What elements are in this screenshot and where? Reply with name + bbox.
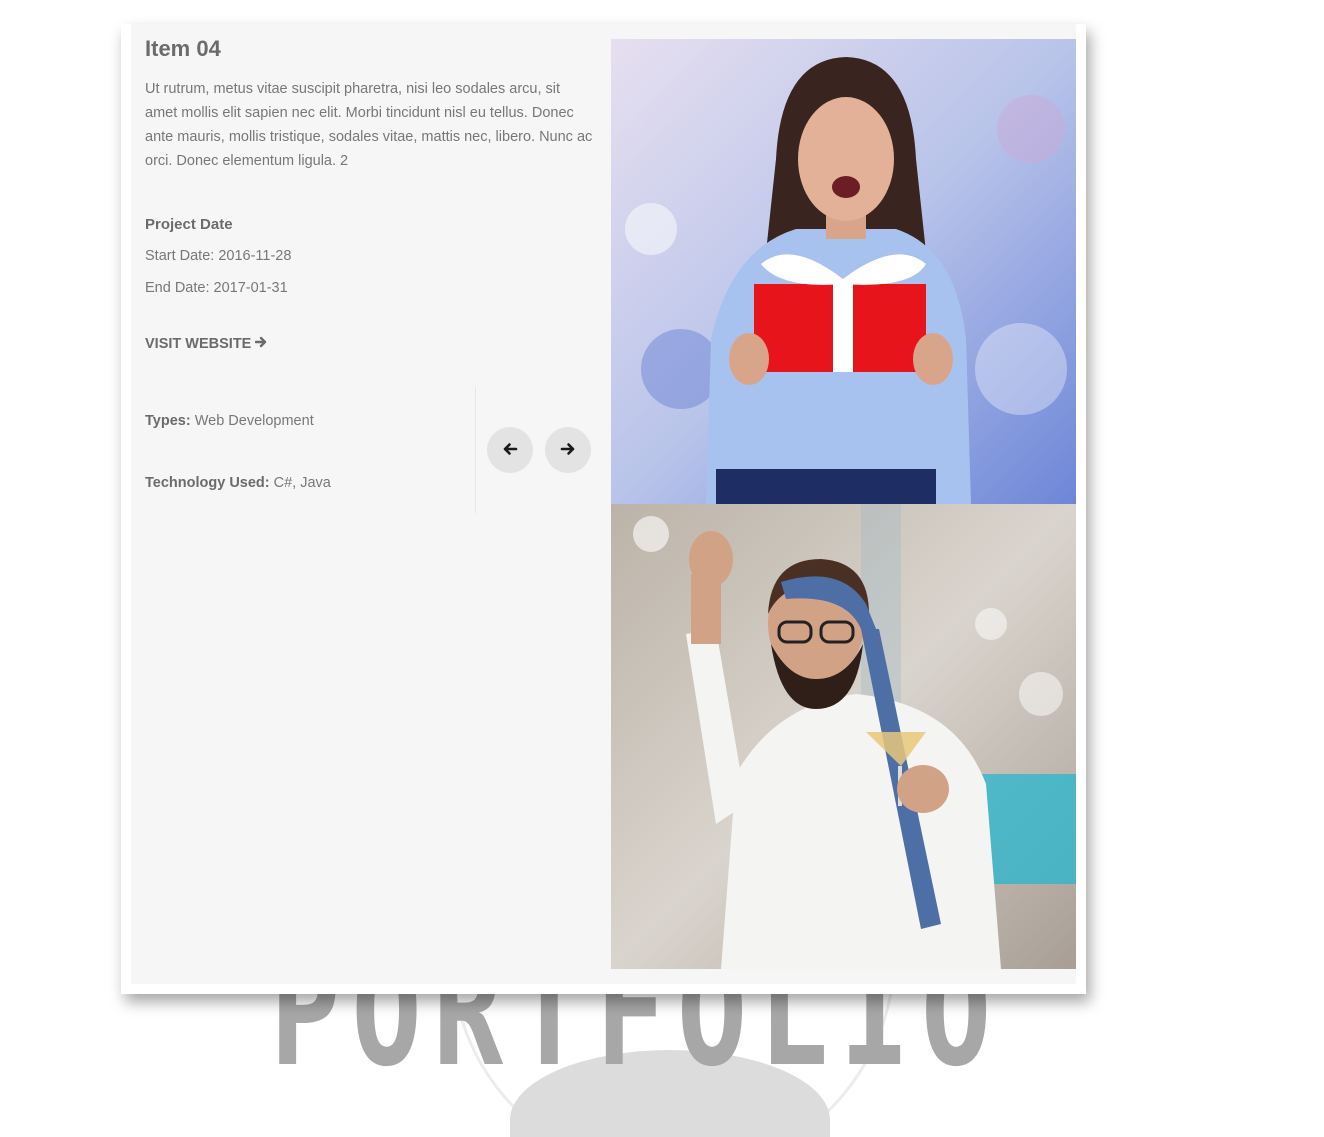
arrow-right-icon: [560, 441, 576, 460]
visit-website-label: VISIT WEBSITE: [145, 336, 252, 352]
arrow-right-icon: [255, 336, 267, 352]
arrow-left-icon: [502, 441, 518, 460]
gallery-image-woman-with-gift: [611, 39, 1076, 504]
previous-item-button[interactable]: [487, 427, 533, 473]
man-celebrating-illustration: [611, 504, 1076, 969]
technology-label: Technology Used:: [145, 475, 270, 491]
watermark-word: PORTFOLIO: [270, 990, 1003, 1100]
types-value: Web Development: [194, 413, 314, 429]
page: PORTFOLIO Item 04 Ut rutrum, metus vitae…: [0, 0, 1324, 1137]
visit-website-link[interactable]: VISIT WEBSITE: [145, 336, 267, 352]
types-row: Types: Web Development: [145, 413, 314, 429]
woman-gift-illustration: [611, 39, 1076, 504]
vertical-divider: [475, 387, 476, 513]
item-title: Item 04: [145, 36, 221, 61]
portfolio-watermark: PORTFOLIO: [270, 990, 1060, 1137]
start-date: Start Date: 2016-11-28: [145, 248, 292, 264]
technology-value: C#, Java: [273, 475, 331, 491]
types-label: Types:: [145, 413, 191, 429]
end-date: End Date: 2017-01-31: [145, 280, 288, 296]
project-date-heading: Project Date: [145, 216, 233, 233]
modal-content-panel: Item 04 Ut rutrum, metus vitae suscipit …: [131, 24, 1076, 984]
technology-row: Technology Used: C#, Java: [145, 475, 331, 491]
next-item-button[interactable]: [545, 427, 591, 473]
item-description: Ut rutrum, metus vitae suscipit pharetra…: [145, 81, 593, 169]
portfolio-item-modal: Item 04 Ut rutrum, metus vitae suscipit …: [121, 24, 1086, 994]
gallery-image-man-celebrating: [611, 504, 1076, 969]
